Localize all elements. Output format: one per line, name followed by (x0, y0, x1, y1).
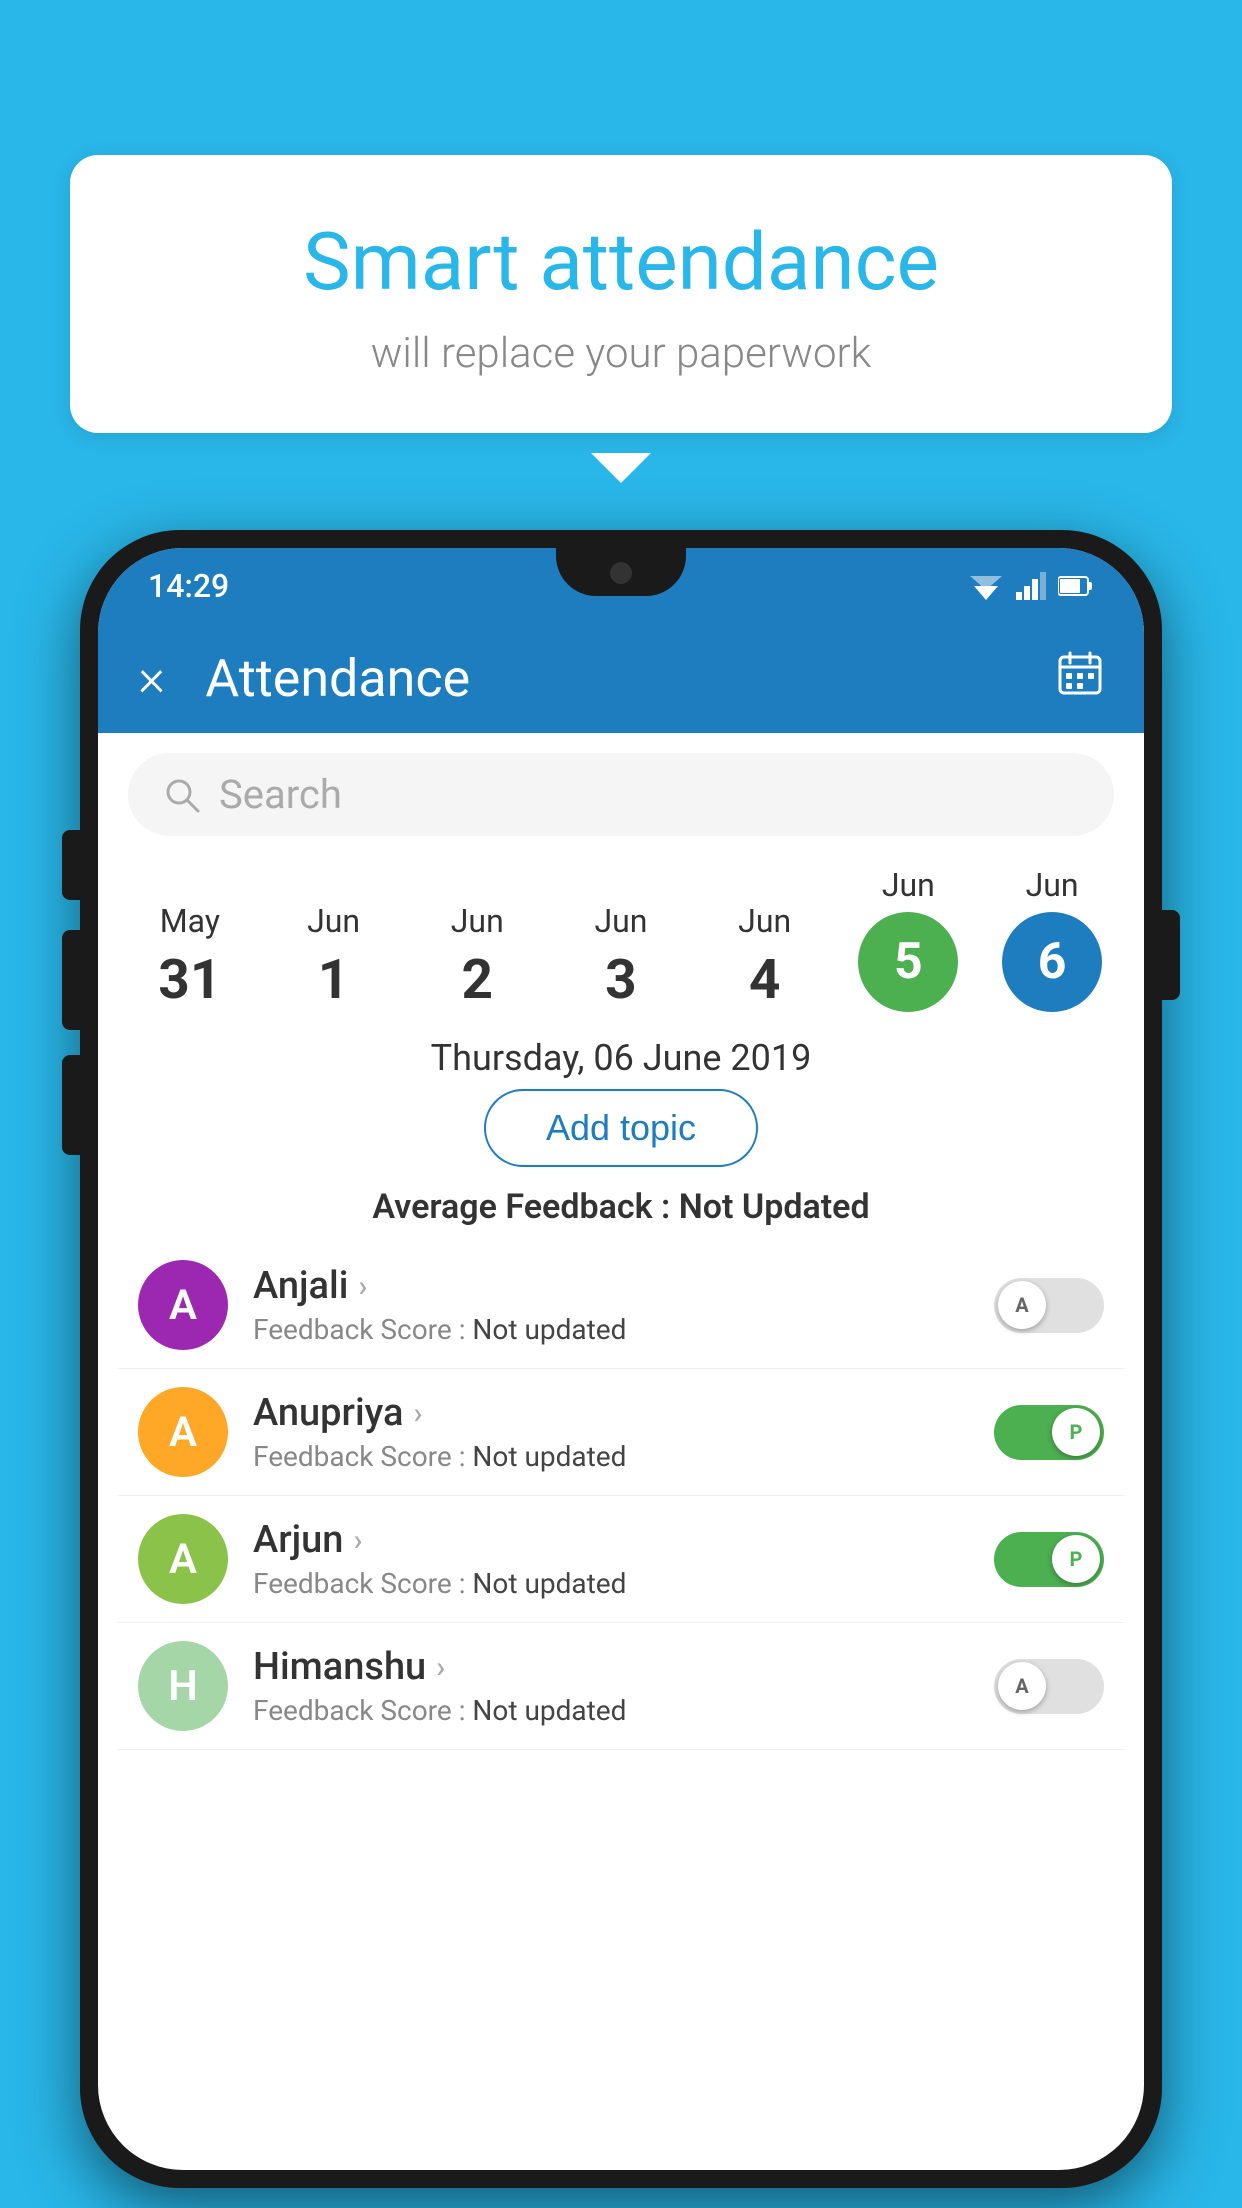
calendar-day[interactable]: Jun 5 (848, 866, 968, 1012)
student-info: Anjali › Feedback Score : Not updated (253, 1264, 969, 1346)
avatar: A (138, 1260, 228, 1350)
cal-day-number: 1 (318, 948, 350, 1012)
student-name: Himanshu › (253, 1645, 969, 1689)
calendar-day[interactable]: Jun 6 (992, 866, 1112, 1012)
chevron-right-icon: › (358, 1269, 367, 1304)
camera (610, 562, 632, 584)
toggle-knob: P (1052, 1408, 1100, 1456)
volume-up-button (62, 930, 80, 1030)
attendance-toggle[interactable]: A (994, 1278, 1104, 1333)
cal-month-label: Jun (1026, 866, 1079, 904)
student-info: Anupriya › Feedback Score : Not updated (253, 1391, 969, 1473)
cal-day-number: 5 (858, 912, 958, 1012)
cal-month-label: Jun (738, 902, 791, 940)
student-info: Arjun › Feedback Score : Not updated (253, 1518, 969, 1600)
avatar: A (138, 1514, 228, 1604)
volume-silent-button (62, 830, 80, 900)
feedback-score: Feedback Score : Not updated (253, 1567, 969, 1600)
toggle-knob: A (998, 1662, 1046, 1710)
student-name: Arjun › (253, 1518, 969, 1562)
student-item[interactable]: A Anupriya › Feedback Score : Not updated P (118, 1369, 1124, 1496)
avatar: A (138, 1387, 228, 1477)
add-topic-button[interactable]: Add topic (484, 1089, 758, 1167)
calendar-day[interactable]: Jun 1 (274, 902, 394, 1012)
bubble-subtitle: will replace your paperwork (120, 329, 1122, 378)
cal-day-number: 2 (461, 948, 493, 1012)
feedback-score: Feedback Score : Not updated (253, 1694, 969, 1727)
calendar-day[interactable]: Jun 2 (417, 902, 537, 1012)
status-bar: 14:29 (98, 548, 1144, 623)
chevron-right-icon: › (413, 1396, 422, 1431)
cal-day-number: 4 (749, 948, 781, 1012)
attendance-toggle[interactable]: P (994, 1532, 1104, 1587)
signal-icon (1016, 572, 1046, 600)
speech-bubble: Smart attendance will replace your paper… (70, 155, 1172, 433)
student-name: Anupriya › (253, 1391, 969, 1435)
phone-screen: 14:29 (98, 548, 1144, 2170)
phone-mockup: 14:29 (80, 530, 1162, 2188)
app-bar: × Attendance (98, 623, 1144, 733)
student-name: Anjali › (253, 1264, 969, 1308)
close-button[interactable]: × (138, 652, 165, 704)
search-placeholder: Search (219, 771, 342, 818)
avg-feedback-value: Not Updated (679, 1187, 870, 1227)
status-time: 14:29 (148, 567, 229, 605)
calendar-icon[interactable] (1056, 649, 1104, 708)
toggle-knob: P (1052, 1535, 1100, 1583)
cal-day-number: 3 (605, 948, 637, 1012)
wifi-icon (968, 572, 1004, 600)
student-info: Himanshu › Feedback Score : Not updated (253, 1645, 969, 1727)
avatar: H (138, 1641, 228, 1731)
student-item[interactable]: H Himanshu › Feedback Score : Not updated A (118, 1623, 1124, 1750)
volume-down-button (62, 1055, 80, 1155)
bubble-title: Smart attendance (120, 215, 1122, 309)
cal-day-number: 6 (1002, 912, 1102, 1012)
student-item[interactable]: A Arjun › Feedback Score : Not updated P (118, 1496, 1124, 1623)
status-icons (968, 572, 1094, 600)
student-list: AAnjali ›Feedback Score : Not updatedAAA… (98, 1242, 1144, 1750)
cal-month-label: Jun (882, 866, 935, 904)
cal-month-label: May (160, 902, 220, 940)
cal-month-label: Jun (594, 902, 647, 940)
cal-month-label: Jun (451, 902, 504, 940)
attendance-toggle[interactable]: A (994, 1659, 1104, 1714)
avg-feedback: Average Feedback : Not Updated (98, 1187, 1144, 1227)
battery-icon (1058, 574, 1094, 598)
search-icon (163, 776, 201, 814)
calendar-day[interactable]: May 31 (130, 902, 250, 1012)
feedback-score: Feedback Score : Not updated (253, 1313, 969, 1346)
chevron-right-icon: › (436, 1650, 445, 1685)
chevron-right-icon: › (353, 1523, 362, 1558)
avg-feedback-label: Average Feedback : (372, 1187, 678, 1227)
search-bar[interactable]: Search (128, 753, 1114, 836)
cal-month-label: Jun (307, 902, 360, 940)
calendar-strip: May 31 Jun 1 Jun 2 Jun 3 Jun 4 Jun 5 Jun 6 (98, 856, 1144, 1017)
student-item[interactable]: A Anjali › Feedback Score : Not updated A (118, 1242, 1124, 1369)
attendance-toggle[interactable]: P (994, 1405, 1104, 1460)
app-title: Attendance (205, 648, 1056, 709)
selected-date: Thursday, 06 June 2019 (98, 1037, 1144, 1079)
toggle-knob: A (998, 1281, 1046, 1329)
power-button (1162, 910, 1180, 1000)
calendar-day[interactable]: Jun 3 (561, 902, 681, 1012)
notch (556, 548, 686, 596)
feedback-score: Feedback Score : Not updated (253, 1440, 969, 1473)
calendar-day[interactable]: Jun 4 (705, 902, 825, 1012)
cal-day-number: 31 (158, 948, 221, 1012)
